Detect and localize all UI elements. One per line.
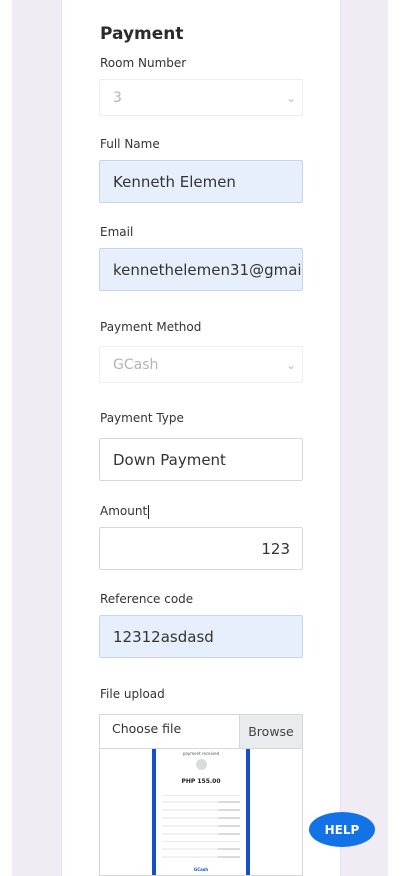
receipt-divider [162,795,240,796]
amount-value: 123 [261,539,290,558]
receipt-header: payment received [182,751,220,756]
payment-method-label: Payment Method [100,320,202,334]
chevron-down-icon: ⌄ [285,90,296,105]
reference-code-input[interactable]: 12312asdasd [99,615,303,658]
amount-input[interactable]: 123 [99,527,303,570]
text-cursor [148,504,150,519]
receipt-divider [162,841,240,842]
receipt-avatar [196,759,207,770]
room-number-select[interactable]: 3 ⌄ [99,79,303,116]
form-title: Payment [100,24,184,44]
payment-method-select[interactable]: GCash ⌄ [99,346,303,383]
chevron-down-icon: ⌄ [285,357,296,372]
page-margin-right [388,0,406,876]
receipt-amount: PHP 155.00 [181,778,221,785]
email-input[interactable]: kennethelemen31@gmail.com [99,248,303,291]
receipt-row [162,809,240,811]
payment-type-value: Down Payment [113,450,226,469]
browse-button[interactable]: Browse [239,715,302,748]
room-number-value: 3 [113,89,122,106]
file-upload-placeholder: Choose file [112,721,182,736]
full-name-value: Kenneth Elemen [113,172,236,191]
amount-label: Amount [100,504,150,519]
reference-code-value: 12312asdasd [113,627,214,646]
receipt-row [162,825,240,827]
payment-method-value: GCash [113,356,159,373]
full-name-input[interactable]: Kenneth Elemen [99,160,303,203]
page-margin-left [0,0,12,876]
full-name-label: Full Name [100,137,160,151]
reference-code-label: Reference code [100,592,194,606]
room-number-label: Room Number [100,56,187,70]
file-upload-label: File upload [100,687,165,701]
receipt-screenshot: payment received PHP 155.00 GCash [152,749,250,875]
payment-type-label: Payment Type [100,411,184,425]
email-label: Email [100,225,134,239]
receipt-row [162,833,240,835]
receipt-row [162,817,240,819]
background-band-right [340,0,388,876]
receipt-row [162,848,240,850]
file-upload-input[interactable]: Choose file Browse [99,714,303,749]
email-value: kennethelemen31@gmail.com [113,260,302,279]
uploaded-image-preview: payment received PHP 155.00 GCash [99,749,303,876]
help-button[interactable]: HELP [309,812,375,847]
background-band-left [12,0,62,876]
payment-type-input[interactable]: Down Payment [99,438,303,481]
receipt-row [162,856,240,858]
gcash-logo: GCash [193,867,209,872]
receipt-row [162,801,240,803]
